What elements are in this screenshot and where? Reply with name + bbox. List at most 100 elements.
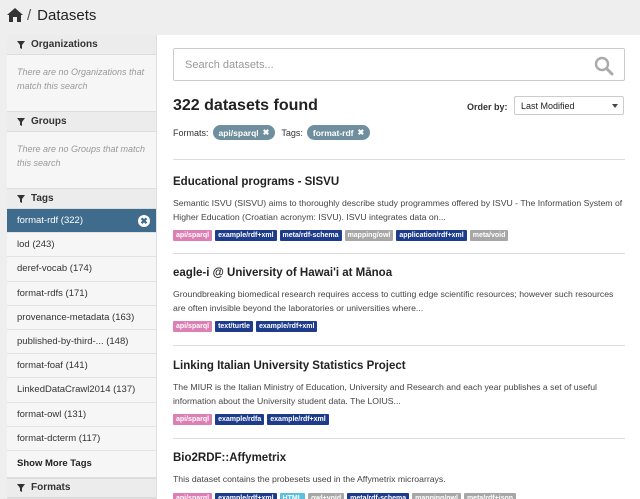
filter-icon (17, 40, 25, 49)
facet-groups: Groups There are no Groups that match th… (7, 112, 156, 189)
tag-label: format-owl (131) (17, 408, 87, 420)
facet-title: Tags (31, 193, 54, 204)
dataset-formats: api/sparql example/rdf+xml HTML owl+void met… (173, 492, 625, 499)
facet-title: Organizations (31, 39, 98, 50)
dataset-title-link[interactable]: Educational programs - SISVU (173, 176, 625, 188)
remove-tag-icon[interactable]: ✖ (138, 215, 150, 227)
dataset-title-link[interactable]: Bio2RDF::Affymetrix (173, 452, 625, 464)
tag-label: provenance-metadata (163) (17, 311, 135, 323)
facet-heading: Tags (7, 189, 156, 209)
facet-formats: Formats (7, 477, 156, 499)
main-content: Search datasets... 322 datasets found Or… (157, 35, 640, 499)
format-label[interactable]: meta/rdf+json (463, 492, 517, 499)
tag-label: LinkedDataCrawl2014 (137) (17, 384, 136, 396)
format-label[interactable]: api/sparql (173, 230, 213, 241)
tag-label: format-foaf (141) (17, 360, 88, 372)
dataset-description: Groundbreaking biomedical research requi… (173, 289, 614, 313)
chevron-down-icon (612, 104, 618, 108)
tag-item-deref-vocab[interactable]: deref-vocab (174) (7, 257, 156, 282)
format-label[interactable]: api/sparql (173, 414, 213, 425)
divider (173, 159, 625, 160)
tag-item-published-by-third[interactable]: published-by-third-... (148) (7, 330, 156, 355)
tag-label: deref-vocab (174) (17, 263, 92, 275)
order-by-value: Last Modified (521, 100, 575, 111)
dataset-item: Bio2RDF::Affymetrix This dataset contain… (173, 452, 625, 499)
tags-filter-label: Tags: (281, 127, 303, 138)
breadcrumb-datasets[interactable]: Datasets (37, 7, 96, 24)
format-label[interactable]: example/rdfa (215, 414, 265, 425)
dataset-title-link[interactable]: Linking Italian University Statistics Pr… (173, 360, 625, 372)
tag-list: format-rdf (322) ✖ lod (243) deref-vocab… (7, 209, 156, 451)
format-label[interactable]: text/turtle (215, 321, 253, 332)
remove-filter-icon[interactable]: ✖ (263, 128, 270, 137)
dataset-title-link[interactable]: eagle-i @ University of Hawai'i at Mānoa (173, 267, 625, 279)
dataset-formats: api/sparql example/rdf+xml meta/rdf-schema… (173, 230, 625, 241)
format-label[interactable]: application/rdf+xml (396, 230, 467, 241)
facet-empty-message: There are no Groups that match this sear… (17, 144, 146, 168)
results-count: 322 datasets found (173, 97, 318, 114)
tag-label: format-rdf (322) (17, 215, 83, 227)
facet-tags: Tags format-rdf (322) ✖ lod (243) deref-… (7, 189, 156, 478)
format-label[interactable]: example/rdf+xml (267, 414, 329, 425)
facet-heading: Groups (7, 112, 156, 132)
format-label[interactable]: api/sparql (173, 492, 213, 499)
filter-icon (17, 194, 25, 203)
filter-icon (17, 483, 25, 492)
tag-filter-pill[interactable]: format-rdf ✖ (306, 125, 371, 140)
tag-label: format-rdfs (171) (17, 287, 88, 299)
format-label[interactable]: meta/rdf-schema (279, 230, 342, 241)
facet-heading: Organizations (7, 35, 156, 55)
format-label[interactable]: example/rdf+xml (255, 321, 318, 332)
format-label[interactable]: example/rdf+xml (215, 230, 277, 241)
pill-label: format-rdf (312, 127, 354, 138)
tag-item-format-foaf[interactable]: format-foaf (141) (7, 354, 156, 379)
format-label[interactable]: mapping/owl (412, 492, 461, 499)
show-more-tags-link[interactable]: Show More Tags (7, 451, 156, 477)
tag-item-format-rdfs[interactable]: format-rdfs (171) (7, 282, 156, 306)
facet-empty-message: There are no Organizations that match th… (17, 67, 145, 91)
breadcrumb-separator: / (27, 6, 32, 24)
format-label[interactable]: meta/void (469, 230, 509, 241)
order-by-select[interactable]: Last Modified (514, 96, 624, 115)
tag-label: lod (243) (17, 239, 55, 251)
tag-label: format-dcterm (117) (17, 432, 101, 444)
dataset-formats: api/sparql text/turtle example/rdf+xml (173, 321, 625, 332)
tag-item-linkeddatacrawl2014[interactable]: LinkedDataCrawl2014 (137) (7, 378, 156, 403)
tag-item-format-rdf[interactable]: format-rdf (322) ✖ (7, 209, 156, 234)
search-input[interactable]: Search datasets... (173, 48, 625, 81)
remove-filter-icon[interactable]: ✖ (358, 128, 365, 137)
filter-icon (17, 117, 25, 126)
facet-organizations: Organizations There are no Organizations… (7, 35, 156, 112)
formats-filter-label: Formats: (173, 127, 209, 138)
dataset-item: Linking Italian University Statistics Pr… (173, 360, 625, 425)
format-label[interactable]: owl+void (307, 492, 345, 499)
search-icon[interactable] (594, 56, 614, 76)
facet-title: Groups (31, 116, 67, 127)
breadcrumb: / Datasets (0, 0, 640, 30)
divider (173, 345, 625, 346)
format-label[interactable]: mapping/owl (344, 230, 394, 241)
format-label[interactable]: meta/rdf-schema (347, 492, 410, 499)
dataset-description: Semantic ISVU (SISVU) aims to thoroughly… (173, 198, 623, 222)
format-filter-pill[interactable]: api/sparql ✖ (212, 125, 276, 140)
tag-item-lod[interactable]: lod (243) (7, 233, 156, 258)
format-label[interactable]: api/sparql (173, 321, 213, 332)
format-label[interactable]: HTML (279, 492, 305, 499)
divider (173, 438, 625, 439)
dataset-item: Educational programs - SISVU Semantic IS… (173, 176, 625, 241)
dataset-formats: api/sparql example/rdfa example/rdf+xml (173, 414, 625, 425)
facet-heading: Formats (7, 477, 156, 498)
active-filters: Formats: api/sparql ✖ Tags: format-rdf ✖ (173, 125, 376, 140)
dataset-item: eagle-i @ University of Hawai'i at Mānoa… (173, 267, 625, 332)
dataset-description: This dataset contains the probesets used… (173, 474, 446, 484)
tag-label: published-by-third-... (148) (17, 336, 129, 348)
tag-item-format-owl[interactable]: format-owl (131) (7, 403, 156, 427)
divider (173, 253, 625, 254)
tag-item-provenance-metadata[interactable]: provenance-metadata (163) (7, 306, 156, 330)
order-by-label: Order by: (467, 102, 508, 112)
format-label[interactable]: example/rdf+xml (215, 492, 277, 499)
pill-label: api/sparql (218, 127, 259, 138)
home-icon[interactable] (7, 8, 23, 22)
sidebar: Organizations There are no Organizations… (7, 35, 157, 499)
tag-item-format-dcterm[interactable]: format-dcterm (117) (7, 427, 156, 451)
